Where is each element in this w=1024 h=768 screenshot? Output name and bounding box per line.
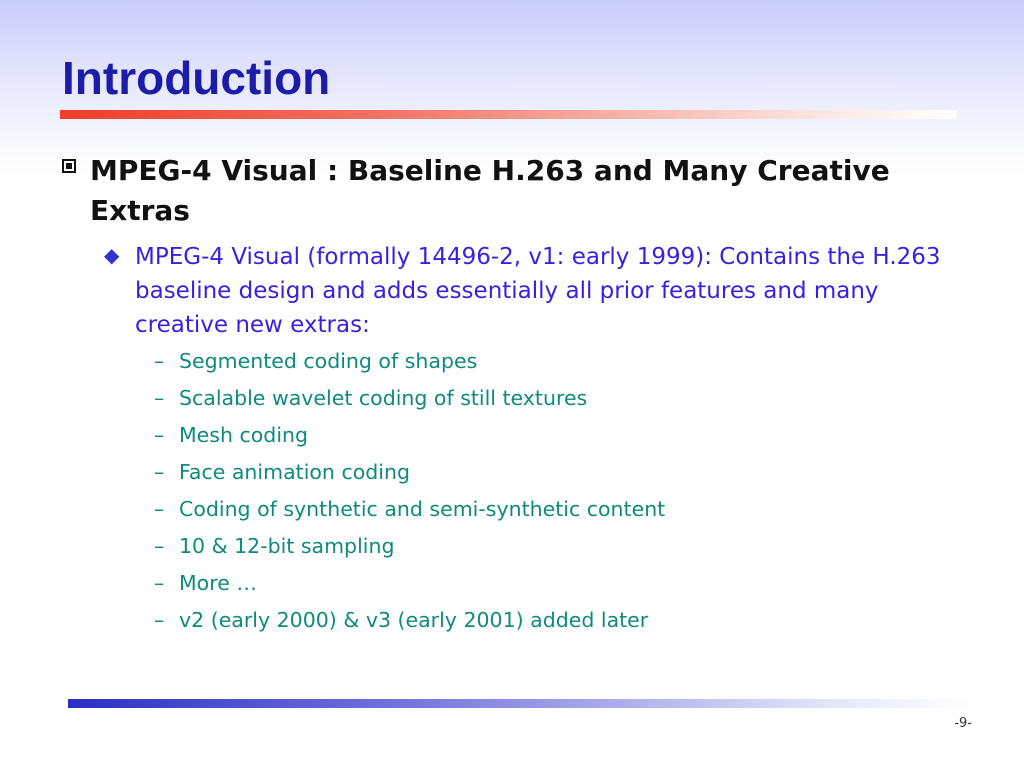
dash-bullet-icon: – [154, 608, 165, 632]
sub-bullet-item: – Coding of synthetic and semi-synthetic… [154, 494, 954, 531]
sub-bullet-text: More … [179, 571, 257, 595]
sub-bullet-text: Scalable wavelet coding of still texture… [179, 386, 588, 410]
dash-bullet-icon: – [154, 534, 165, 558]
sub-bullet-text: Segmented coding of shapes [179, 349, 478, 373]
square-bullet-icon [62, 159, 76, 173]
dash-bullet-icon: – [154, 460, 165, 484]
sub-bullet-item: – Scalable wavelet coding of still textu… [154, 383, 954, 420]
dash-bullet-icon: – [154, 423, 165, 447]
slide-title: Introduction [62, 52, 331, 104]
sub-bullet-item: – More … [154, 568, 954, 605]
title-underline-rule [60, 110, 957, 119]
bottom-rule [68, 699, 972, 708]
page-number: -9- [954, 716, 972, 731]
sub-bullet-item: – 10 & 12-bit sampling [154, 531, 954, 568]
sub-bullet-list: – Segmented coding of shapes – Scalable … [154, 346, 954, 642]
dash-bullet-icon: – [154, 497, 165, 521]
sub-bullet-text: Coding of synthetic and semi-synthetic c… [179, 497, 666, 521]
sub-bullet-item: – Face animation coding [154, 457, 954, 494]
sub-bullet-item: – v2 (early 2000) & v3 (early 2001) adde… [154, 605, 954, 642]
dash-bullet-icon: – [154, 349, 165, 373]
bullet-level-1-text: MPEG-4 Visual : Baseline H.263 and Many … [90, 154, 890, 227]
sub-bullet-text: Face animation coding [179, 460, 410, 484]
sub-bullet-text: v2 (early 2000) & v3 (early 2001) added … [179, 608, 649, 632]
sub-bullet-item: – Segmented coding of shapes [154, 346, 954, 383]
sub-bullet-item: – Mesh coding [154, 420, 954, 457]
sub-bullet-text: 10 & 12-bit sampling [179, 534, 395, 558]
diamond-bullet-icon: ◆ [104, 243, 120, 267]
dash-bullet-icon: – [154, 386, 165, 410]
dash-bullet-icon: – [154, 571, 165, 595]
bullet-level-2-text: MPEG-4 Visual (formally 14496-2, v1: ear… [135, 244, 941, 338]
sub-bullet-text: Mesh coding [179, 423, 309, 447]
